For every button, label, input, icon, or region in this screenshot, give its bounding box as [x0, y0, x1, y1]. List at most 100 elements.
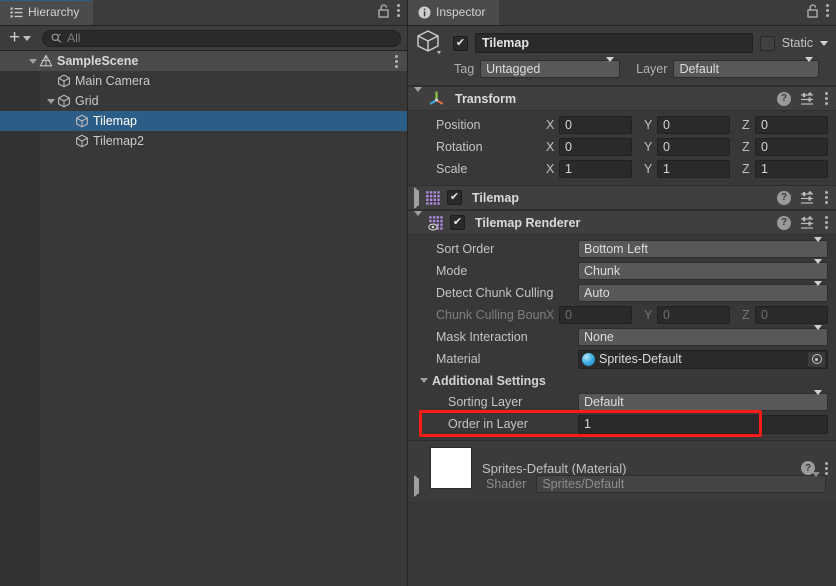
hierarchy-item-main-camera[interactable]: Main Camera	[0, 71, 407, 91]
kebab-menu-icon[interactable]	[825, 3, 829, 19]
scale-z-input[interactable]: 1	[755, 160, 828, 178]
component-enabled-checkbox[interactable]	[447, 190, 462, 205]
material-object-field[interactable]: Sprites-Default	[578, 349, 828, 369]
scale-row: Scale X 1 Y 1 Z 1	[408, 158, 836, 180]
rotation-y-input[interactable]: 0	[657, 138, 730, 156]
rotation-z-input[interactable]: 0	[755, 138, 828, 156]
axis-x-label: X	[546, 308, 555, 322]
sorting-layer-dropdown[interactable]: Default	[578, 390, 828, 411]
axis-x-label: X	[546, 140, 555, 154]
shader-label: Shader	[486, 477, 527, 491]
gameobject-cube-icon[interactable]	[416, 29, 446, 57]
value: 1	[663, 162, 670, 176]
order-in-layer-label: Order in Layer	[448, 417, 528, 431]
tag-dropdown[interactable]: Untagged	[480, 57, 621, 78]
search-icon	[51, 33, 62, 44]
kebab-menu-icon[interactable]	[824, 91, 828, 107]
shader-dropdown[interactable]: Sprites/Default	[536, 472, 826, 493]
component-title: Transform	[455, 91, 517, 106]
component-enabled-checkbox[interactable]	[450, 215, 465, 230]
tilemap-grid-icon	[425, 190, 441, 206]
hierarchy-foldout-toggle[interactable]	[26, 58, 39, 64]
tab-inspector-label: Inspector	[436, 5, 486, 19]
unity-scene-icon	[39, 54, 53, 68]
value: 0	[663, 140, 670, 154]
unlock-icon[interactable]	[806, 3, 819, 18]
scale-x-input[interactable]: 1	[559, 160, 632, 178]
layer-dropdown[interactable]: Default	[673, 57, 820, 78]
gameobject-header: Tilemap Static Tag Untagged Layer Defaul…	[408, 26, 836, 86]
preset-sliders-icon[interactable]	[800, 91, 815, 106]
kebab-menu-icon[interactable]	[394, 53, 398, 69]
gameobject-name-input[interactable]: Tilemap	[475, 33, 753, 53]
position-y-input[interactable]: 0	[657, 116, 730, 134]
component-header-tilemap[interactable]: Tilemap?	[408, 185, 836, 210]
unlock-icon[interactable]	[377, 3, 390, 18]
search-input[interactable]: All	[42, 29, 401, 47]
inspector-content: Tilemap Static Tag Untagged Layer Defaul…	[408, 26, 836, 586]
rotation-x-input[interactable]: 0	[559, 138, 632, 156]
component-foldout-toggle[interactable]	[414, 210, 422, 230]
component-header-tilemap-renderer[interactable]: Tilemap Renderer?	[408, 210, 836, 235]
position-z-input[interactable]: 0	[755, 116, 828, 134]
scale-y-input[interactable]: 1	[657, 160, 730, 178]
axis-y-label: Y	[644, 308, 653, 322]
additional-settings-foldout[interactable]: Additional Settings	[408, 370, 836, 391]
hierarchy-item-samplescene[interactable]: SampleScene	[0, 51, 407, 71]
help-icon[interactable]: ?	[777, 91, 791, 106]
kebab-menu-icon[interactable]	[824, 215, 828, 231]
position-x-input[interactable]: 0	[559, 116, 632, 134]
chevron-down-icon	[814, 281, 822, 300]
add-gameobject-button[interactable]: +	[6, 27, 34, 48]
chevron-down-icon	[420, 378, 428, 383]
plus-icon: +	[9, 27, 21, 48]
help-icon[interactable]: ?	[777, 215, 791, 230]
component-title: Tilemap Renderer	[475, 215, 581, 230]
chunk-culling-bounds-y-input[interactable]: 0	[657, 306, 730, 324]
order-in-layer-input[interactable]: 1	[578, 414, 828, 434]
chunk-culling-bounds-x-input[interactable]: 0	[559, 306, 632, 324]
mode-dropdown[interactable]: Chunk	[578, 259, 828, 280]
preset-sliders-icon[interactable]	[800, 190, 815, 205]
static-checkbox[interactable]	[759, 35, 775, 51]
static-dropdown-chevron-icon[interactable]	[820, 40, 828, 46]
chunk-culling-bounds-z-input[interactable]: 0	[755, 306, 828, 324]
tag-label: Tag	[454, 62, 475, 76]
value: 0	[761, 308, 768, 322]
component-foldout-toggle[interactable]	[414, 186, 419, 209]
scale-vector3: X1Y1Z1	[546, 160, 828, 178]
hierarchy-item-label: Tilemap2	[93, 134, 144, 148]
chevron-down-icon	[812, 472, 820, 491]
hierarchy-icon	[10, 6, 23, 19]
gameobject-enabled-checkbox[interactable]	[453, 35, 468, 51]
kebab-menu-icon[interactable]	[824, 190, 828, 206]
preset-sliders-icon[interactable]	[800, 215, 815, 230]
mask-interaction-dropdown[interactable]: None	[578, 325, 828, 346]
tab-inspector[interactable]: Inspector	[408, 0, 500, 25]
detect-chunk-culling-dropdown[interactable]: Auto	[578, 281, 828, 302]
mode-label: Mode	[436, 264, 468, 278]
object-picker-icon[interactable]	[808, 351, 825, 367]
chevron-down-icon	[23, 35, 32, 41]
component-foldout-toggle[interactable]	[414, 86, 422, 106]
sort-order-value: Bottom Left	[584, 242, 648, 256]
hierarchy-foldout-toggle[interactable]	[44, 98, 57, 104]
gameobject-cube-icon	[57, 94, 71, 108]
rotation-label: Rotation	[436, 140, 483, 154]
value: 1	[761, 162, 768, 176]
layer-label: Layer	[636, 62, 668, 76]
tab-hierarchy[interactable]: Hierarchy	[0, 0, 94, 25]
order-in-layer-row: Order in Layer 1	[408, 413, 836, 435]
detect-chunk-culling-value: Auto	[584, 286, 610, 300]
component-header-transform[interactable]: Transform?	[408, 86, 836, 111]
hierarchy-tab-actions	[377, 0, 407, 25]
hierarchy-item-tilemap[interactable]: Tilemap	[0, 111, 407, 131]
hierarchy-item-tilemap2[interactable]: Tilemap2	[0, 131, 407, 151]
sort-order-dropdown[interactable]: Bottom Left	[578, 237, 828, 258]
hierarchy-item-grid[interactable]: Grid	[0, 91, 407, 111]
gameobject-cube-icon	[75, 134, 89, 148]
material-foldout-toggle[interactable]	[414, 475, 419, 497]
kebab-menu-icon[interactable]	[396, 3, 400, 19]
kebab-menu-icon[interactable]	[824, 460, 828, 476]
help-icon[interactable]: ?	[777, 190, 791, 205]
